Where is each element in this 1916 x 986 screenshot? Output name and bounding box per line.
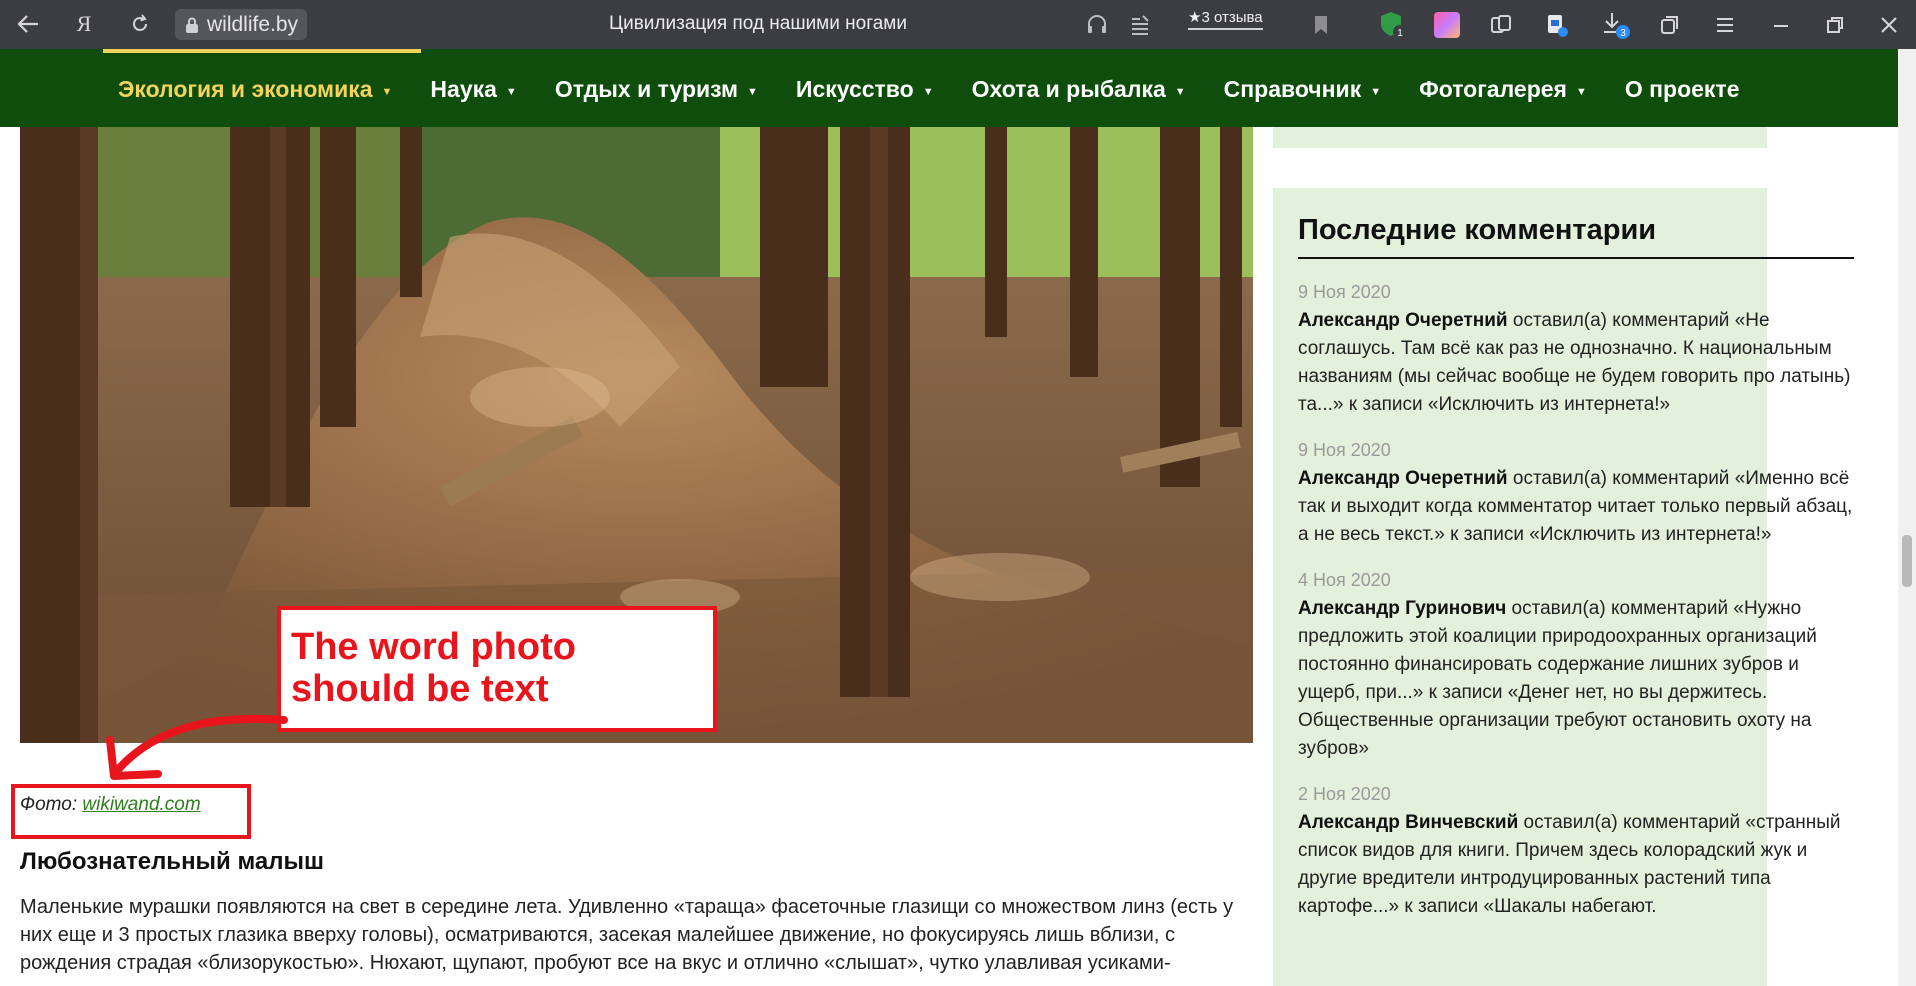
- color-extension-icon[interactable]: [1434, 12, 1460, 38]
- chevron-down-icon: ▼: [505, 85, 517, 98]
- comment-body: Александр Винчевский оставил(а) коммента…: [1298, 809, 1858, 921]
- annotation-callout: The word photo should be text: [277, 606, 717, 732]
- comment-text[interactable]: оставил(а) комментарий «Нужно предложить…: [1298, 598, 1817, 759]
- comments-list: 9 Ноя 2020 Александр Очеретний оставил(а…: [1298, 281, 1858, 941]
- comment-date: 9 Ноя 2020: [1298, 440, 1391, 460]
- downloads-icon[interactable]: 3: [1600, 10, 1630, 40]
- nav-item-label: Охота и рыбалка: [971, 76, 1166, 102]
- comment-body: Александр Очеретний оставил(а) комментар…: [1298, 307, 1858, 419]
- comment-date: 9 Ноя 2020: [1298, 282, 1391, 302]
- recent-comments-widget: Последние комментарии 9 Ноя 2020 Алексан…: [1273, 188, 1854, 986]
- annotation-arrow-icon: [106, 714, 288, 780]
- comment-item: 9 Ноя 2020 Александр Очеретний оставил(а…: [1298, 439, 1858, 549]
- nav-item-ecology[interactable]: Экология и экономика ▼: [118, 76, 392, 103]
- chevron-down-icon: ▼: [1174, 85, 1186, 98]
- shield-badge-count: 1: [1397, 28, 1403, 39]
- restore-icon[interactable]: [1822, 12, 1848, 38]
- browser-toolbar: Я wildlife.by Цивилизация под нашими ног…: [0, 0, 1916, 49]
- comment-author[interactable]: Александр Гуринович: [1298, 598, 1506, 619]
- comment-item: 4 Ноя 2020 Александр Гуринович оставил(а…: [1298, 569, 1858, 763]
- nav-item-art[interactable]: Искусство ▼: [796, 76, 934, 103]
- nav-item-science[interactable]: Наука ▼: [430, 76, 516, 103]
- comment-author[interactable]: Александр Очеретний: [1298, 468, 1508, 489]
- shield-extension-icon[interactable]: 1: [1378, 10, 1408, 40]
- comment-author[interactable]: Александр Винчевский: [1298, 812, 1518, 833]
- nav-item-about[interactable]: О проекте: [1625, 76, 1740, 103]
- headphones-icon[interactable]: [1084, 12, 1110, 38]
- comment-body: Александр Очеретний оставил(а) комментар…: [1298, 465, 1858, 549]
- article-paragraph: Маленькие мурашки появляются на свет в с…: [20, 896, 1234, 974]
- nav-item-reference[interactable]: Справочник ▼: [1224, 76, 1381, 103]
- nav-item-label: О проекте: [1624, 76, 1740, 102]
- nav-item-label: Наука: [430, 76, 497, 102]
- annotation-text: The word photo should be text: [291, 626, 576, 710]
- document-extension-icon[interactable]: [1544, 12, 1570, 38]
- reader-mode-icon[interactable]: [1128, 12, 1154, 38]
- section-heading: Любознательный малыш: [20, 848, 325, 875]
- collections-icon[interactable]: [1488, 12, 1514, 38]
- nav-list: Экология и экономика ▼ Наука ▼ Отдых и тур…: [118, 76, 1778, 103]
- nav-item-label: Фотогалерея: [1419, 76, 1567, 102]
- main-navigation: Экология и экономика ▼ Наука ▼ Отдых и тур…: [0, 49, 1898, 127]
- close-icon[interactable]: [1876, 12, 1902, 38]
- chevron-down-icon: ▼: [381, 85, 393, 98]
- comment-item: 2 Ноя 2020 Александр Винчевский оставил(…: [1298, 783, 1858, 921]
- bookmark-icon[interactable]: [1308, 12, 1334, 38]
- comment-item: 9 Ноя 2020 Александр Очеретний оставил(а…: [1298, 281, 1858, 419]
- nav-item-label: Искусство: [795, 76, 914, 102]
- chevron-down-icon: ▼: [1370, 85, 1382, 98]
- page-scrollbar[interactable]: [1898, 49, 1916, 986]
- chevron-down-icon: ▼: [747, 85, 758, 98]
- menu-icon[interactable]: [1712, 12, 1738, 38]
- chevron-down-icon: ▼: [1575, 85, 1587, 98]
- comment-date: 4 Ноя 2020: [1298, 570, 1391, 590]
- nav-item-label: Справочник: [1223, 76, 1362, 102]
- widget-title: Последние комментарии: [1298, 214, 1854, 259]
- sidebar-previous-widget: [1273, 127, 1767, 148]
- nav-item-label: Отдых и туризм: [554, 76, 739, 102]
- comment-date: 2 Ноя 2020: [1298, 784, 1391, 804]
- caption-highlight-box: [11, 784, 251, 839]
- tabs-icon[interactable]: [1657, 12, 1683, 38]
- chevron-down-icon: ▼: [922, 85, 934, 98]
- minimize-icon[interactable]: [1768, 12, 1794, 38]
- nav-item-hunting[interactable]: Охота и рыбалка ▼: [972, 76, 1186, 103]
- comment-author[interactable]: Александр Очеретний: [1298, 310, 1508, 331]
- nav-active-indicator: [103, 49, 421, 53]
- nav-item-label: Экология и экономика: [118, 76, 373, 102]
- scrollbar-thumb[interactable]: [1902, 535, 1912, 587]
- downloads-badge-count: 3: [1620, 28, 1626, 39]
- page-title: Цивилизация под нашими ногами: [609, 13, 907, 34]
- nav-item-gallery[interactable]: Фотогалерея ▼: [1419, 76, 1587, 103]
- nav-item-tourism[interactable]: Отдых и туризм ▼: [555, 76, 758, 103]
- reviews-badge[interactable]: ★3 отзыва: [1188, 8, 1263, 30]
- comment-body: Александр Гуринович оставил(а) комментар…: [1298, 595, 1858, 763]
